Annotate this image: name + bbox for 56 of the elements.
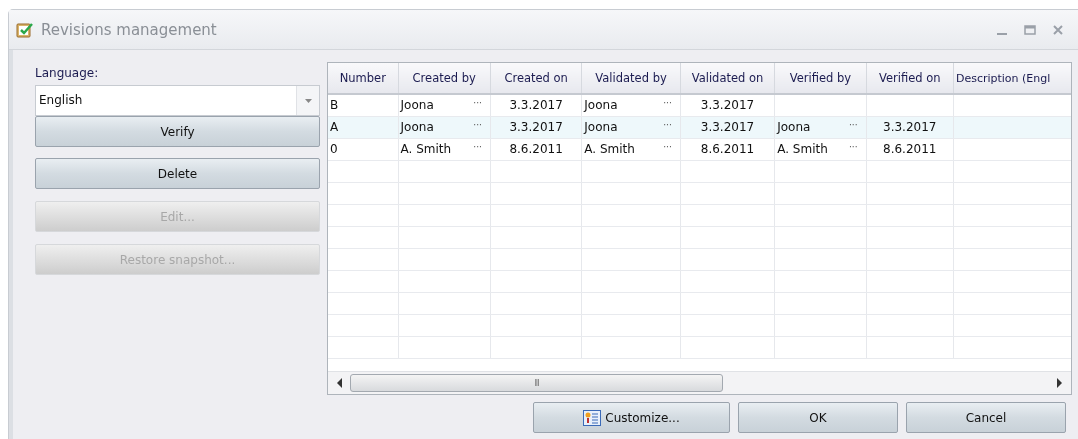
table-cell: B	[330, 98, 339, 113]
column-header[interactable]: Created by	[398, 63, 491, 94]
dropdown-arrow-icon[interactable]	[304, 98, 312, 103]
table-row[interactable]: A Joona ··· 3.3.2017 Joona ··· 3.3.2017 Joona ··· 3.3.2017	[328, 116, 1071, 138]
horizontal-scrollbar[interactable]: III	[328, 371, 1071, 394]
scroll-right-icon[interactable]	[1055, 378, 1063, 388]
grip-mark: III	[534, 378, 539, 388]
table-cell-text: 8.6.2011	[508, 142, 564, 156]
notebook-check-icon	[15, 20, 35, 39]
table-cell: Joona	[400, 98, 434, 113]
scroll-left-icon[interactable]	[336, 378, 344, 388]
column-header[interactable]: Description (Engl	[953, 63, 1071, 94]
table-cell: Joona	[584, 98, 618, 113]
column-header[interactable]: Number	[328, 63, 399, 94]
column-header[interactable]: Validated on	[680, 63, 775, 94]
customize-button[interactable]: Customize...	[533, 402, 730, 433]
table-cell: A. Smith	[400, 142, 452, 156]
action-button[interactable]: Verify	[35, 116, 320, 147]
scroll-thumb[interactable]: III	[350, 374, 723, 392]
ellipsis-button[interactable]: ···	[473, 119, 482, 130]
ellipsis-button[interactable]: ···	[663, 98, 672, 108]
table-cell: Joona	[400, 120, 434, 134]
ellipsis-button[interactable]: ···	[849, 119, 858, 130]
column-header[interactable]: Validated by	[581, 63, 681, 94]
dialog-button[interactable]: OK	[738, 402, 898, 433]
table-cell-text: 3.3.2017	[508, 98, 564, 113]
table-cell: A. Smith	[584, 142, 635, 156]
table-cell: 0	[330, 142, 338, 156]
ellipsis-button[interactable]: ···	[663, 119, 672, 130]
table-cell-text: 3.3.2017	[699, 98, 756, 113]
table-row[interactable]: B Joona ··· 3.3.2017 Joona ··· 3.3.2017	[328, 94, 1071, 116]
ellipsis-button[interactable]: ···	[473, 141, 482, 152]
action-button[interactable]: Delete	[35, 158, 320, 189]
table-cell-text: 3.3.2017	[699, 120, 756, 134]
window-title: Revisions management	[41, 20, 218, 39]
table-cell-text: 3.3.2017	[508, 120, 564, 134]
column-header[interactable]: Verified by	[774, 63, 867, 94]
table-cell: Joona	[584, 120, 618, 134]
ellipsis-button[interactable]: ···	[849, 141, 858, 152]
dialog-button[interactable]: Cancel	[906, 402, 1066, 433]
table-cell: A	[330, 120, 339, 134]
column-header[interactable]: Verified on	[866, 63, 954, 94]
table-cell-text: 8.6.2011	[699, 142, 756, 156]
table-cell: A. Smith	[777, 142, 828, 156]
ellipsis-button[interactable]: ···	[663, 141, 672, 152]
table-cell-text: 3.3.2017	[882, 120, 938, 134]
maximize-icon[interactable]	[1024, 23, 1036, 36]
ellipsis-button[interactable]: ···	[473, 98, 482, 108]
close-icon[interactable]	[1052, 23, 1064, 36]
table-row[interactable]: 0 A. Smith ··· 8.6.2011 A. Smith ··· 8.6.2011 A. Smith ··· 8.6.2011	[328, 138, 1071, 160]
table-cell: Joona	[777, 120, 811, 134]
language-dropdown[interactable]: English	[35, 85, 320, 116]
language-label: Language:	[35, 66, 100, 80]
table-cell-text: 8.6.2011	[882, 142, 938, 156]
list-settings-icon	[583, 409, 602, 426]
column-header[interactable]: Created on	[490, 63, 582, 94]
